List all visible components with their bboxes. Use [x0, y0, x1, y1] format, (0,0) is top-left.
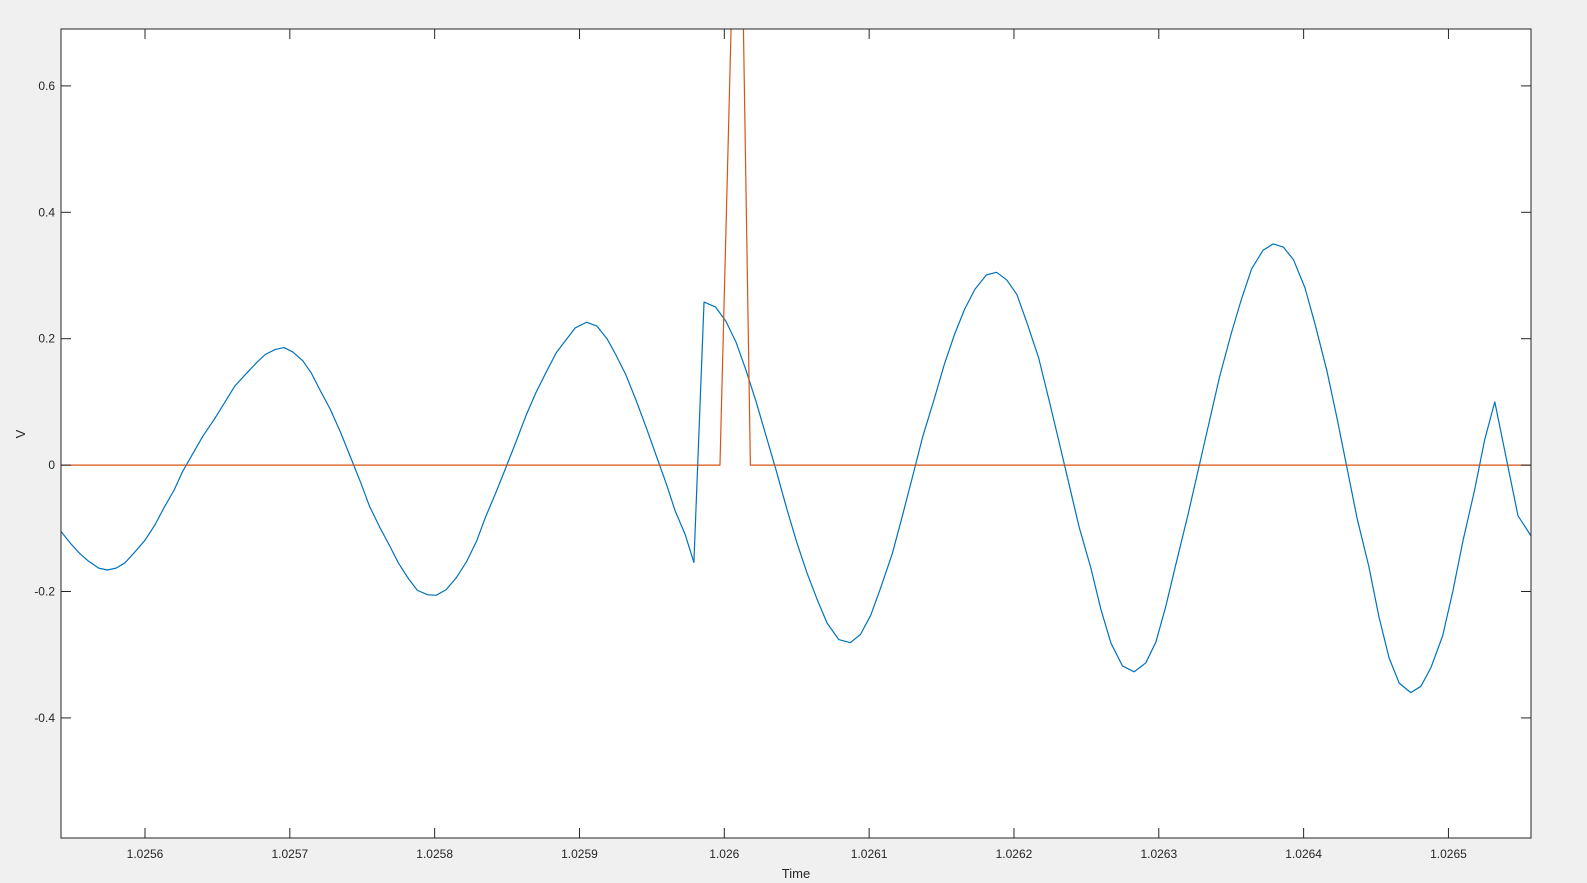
x-tick-label: 1.0257	[271, 847, 308, 861]
y-tick-label: 0	[48, 458, 55, 472]
line-chart: 1.0256 1.0257 1.0258 1.0259 1.026 1.0261 1.026…	[13, 28, 1532, 881]
y-tick-label: 0.6	[38, 79, 55, 93]
x-tick-label: 1.0263	[1140, 847, 1177, 861]
x-axis-label: Time	[782, 866, 810, 881]
x-tick-label: 1.026	[709, 847, 739, 861]
y-tick-label: -0.4	[34, 711, 55, 725]
x-tick-label: 1.0261	[851, 847, 888, 861]
y-tick-label: 0.4	[38, 205, 55, 219]
x-tick-label: 1.0259	[561, 847, 598, 861]
y-tick-label: -0.2	[34, 585, 55, 599]
y-axis-label: V	[13, 429, 28, 438]
x-tick-label: 1.0265	[1430, 847, 1467, 861]
y-tick-label: 0.2	[38, 332, 55, 346]
x-tick-label: 1.0256	[127, 847, 164, 861]
x-tick-label: 1.0262	[996, 847, 1033, 861]
x-tick-label: 1.0264	[1285, 847, 1322, 861]
plot-area	[61, 29, 1531, 838]
x-tick-label: 1.0258	[416, 847, 453, 861]
